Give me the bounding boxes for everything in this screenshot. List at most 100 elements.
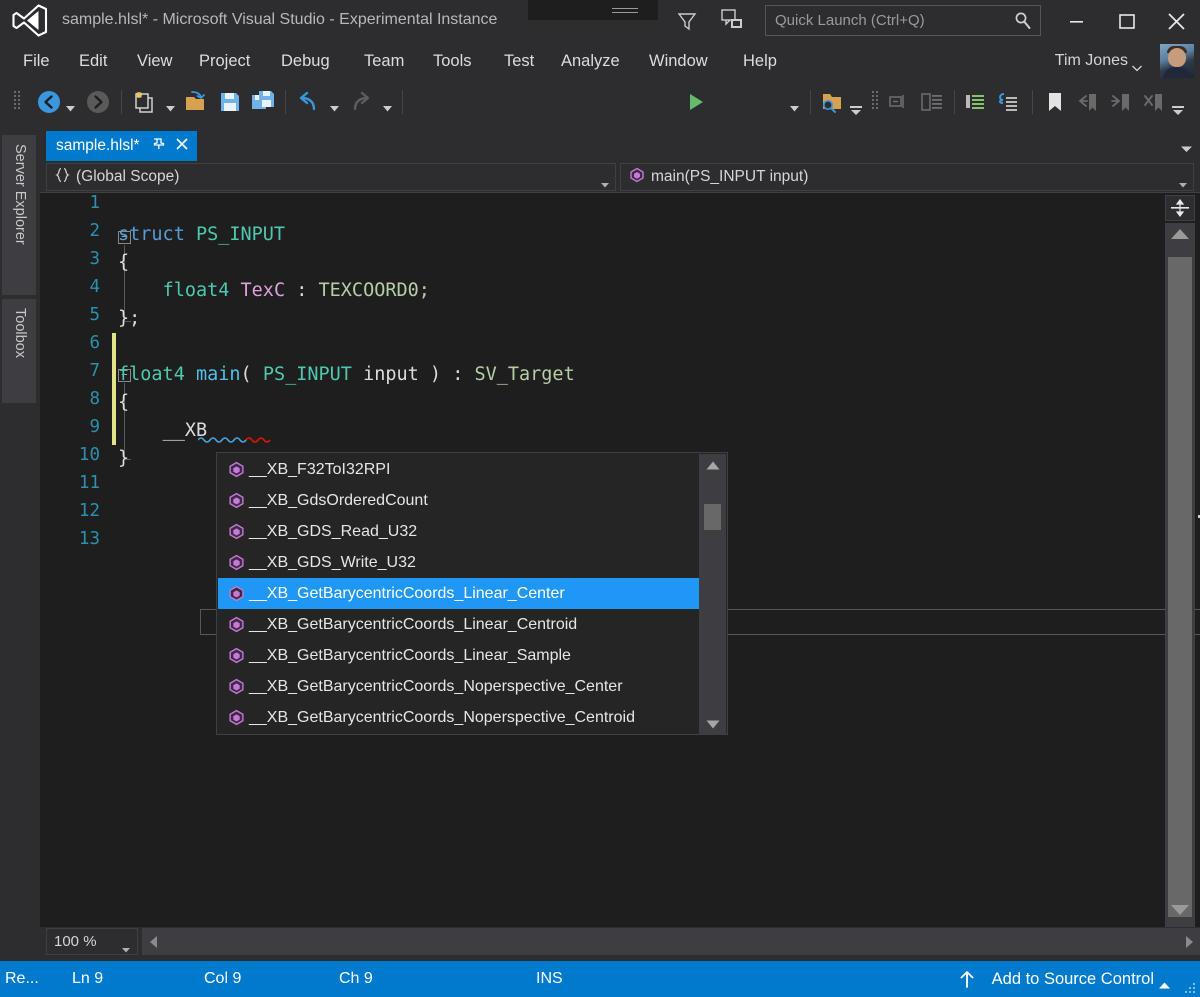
minimize-icon[interactable] — [1056, 4, 1096, 36]
line-number: 5 — [89, 305, 100, 325]
menu-item-help[interactable]: Help — [734, 41, 786, 81]
toolbar-grip-2[interactable] — [872, 91, 878, 113]
chevron-down-icon[interactable] — [1132, 59, 1142, 77]
list-item[interactable]: __XB_F32ToI32RPI — [218, 454, 700, 485]
open-file-icon[interactable] — [184, 89, 210, 120]
menu-item-analyze[interactable]: Analyze — [552, 41, 629, 81]
list-item[interactable]: __XB_GetBarycentricCoords_Linear_Centroi… — [218, 609, 700, 640]
attach-dropdown-icon[interactable] — [790, 99, 799, 117]
split-view-icon[interactable] — [1165, 195, 1195, 221]
increase-indent-icon[interactable] — [962, 89, 988, 120]
scroll-down-arrow[interactable] — [699, 713, 726, 735]
code-line-10: } — [118, 448, 130, 469]
toolbar-overflow-icon-2[interactable] — [1172, 103, 1184, 121]
line-number: 3 — [89, 249, 100, 269]
scroll-down-arrow[interactable] — [1170, 903, 1190, 921]
navigate-backward-dropdown-icon[interactable] — [66, 99, 75, 117]
save-icon[interactable] — [217, 89, 243, 120]
menu-item-file[interactable]: File — [14, 41, 59, 81]
list-item[interactable]: __XB_GetBarycentricCoords_Noperspective_… — [218, 702, 700, 733]
chevron-down-icon[interactable] — [122, 940, 130, 958]
avatar[interactable] — [1160, 44, 1194, 78]
toolbar-separator — [121, 90, 122, 114]
toggle-bookmark-icon[interactable] — [1042, 89, 1068, 120]
quick-launch-input[interactable] — [775, 6, 1003, 35]
editor-vertical-scroll-thumb[interactable] — [1168, 257, 1192, 917]
redo-dropdown-icon[interactable] — [383, 99, 392, 117]
undo-icon[interactable] — [295, 89, 321, 120]
redo-icon[interactable] — [348, 89, 374, 120]
arrow-up-icon[interactable] — [959, 971, 975, 993]
save-all-icon[interactable] — [250, 89, 276, 120]
undo-dropdown-icon[interactable] — [330, 99, 339, 117]
add-to-source-control-button[interactable]: Add to Source Control — [992, 961, 1154, 997]
menu-item-window[interactable]: Window — [640, 41, 717, 81]
scroll-up-arrow[interactable] — [1170, 227, 1190, 245]
menu-item-project[interactable]: Project — [190, 41, 259, 81]
status-ready: Re... — [5, 970, 39, 987]
clear-bookmarks-icon[interactable] — [1141, 89, 1167, 120]
scroll-up-arrow[interactable] — [699, 454, 726, 476]
completion-list-scroll-thumb[interactable] — [704, 504, 721, 530]
navigate-forward-icon[interactable] — [85, 89, 111, 120]
line-number: 12 — [78, 501, 100, 521]
menu-item-team[interactable]: Team — [355, 41, 413, 81]
list-item-selected[interactable]: __XB_GetBarycentricCoords_Linear_Center — [218, 578, 700, 609]
close-icon[interactable] — [175, 137, 189, 156]
close-icon[interactable] — [1156, 4, 1196, 36]
navigate-backward-icon[interactable] — [36, 89, 62, 120]
chevron-up-icon[interactable] — [1159, 976, 1170, 994]
unsaved-change-bar — [112, 333, 116, 445]
user-name-label[interactable]: Tim Jones — [1055, 41, 1128, 81]
new-item-icon[interactable] — [131, 89, 157, 120]
maximize-icon[interactable] — [1106, 4, 1146, 36]
line-number: 1 — [89, 193, 100, 213]
menu-item-test[interactable]: Test — [495, 41, 543, 81]
list-item[interactable]: __XB_GetBarycentricCoords_Linear_Sample — [218, 640, 700, 671]
menu-bar: File Edit View Project Debug Team Tools … — [0, 41, 1200, 81]
scroll-left-arrow[interactable] — [142, 928, 164, 955]
quick-launch-box[interactable] — [765, 5, 1041, 36]
list-item[interactable]: __XB_GdsOrderedCount — [218, 485, 700, 516]
resize-grip-icon[interactable] — [1182, 980, 1196, 994]
menu-item-tools[interactable]: Tools — [424, 41, 481, 81]
scroll-right-arrow[interactable] — [1178, 928, 1200, 955]
code-line-5: }; — [118, 308, 141, 329]
decrease-indent-icon[interactable] — [995, 89, 1021, 120]
feedback-funnel-icon[interactable] — [676, 10, 698, 32]
chevron-down-icon[interactable] — [601, 175, 609, 193]
code-line-3: { — [118, 252, 130, 273]
editor-horizontal-scrollbar[interactable] — [142, 928, 1200, 955]
comment-block-icon[interactable] — [919, 89, 945, 120]
menu-item-edit[interactable]: Edit — [70, 41, 116, 81]
toolbar-overflow-icon[interactable] — [850, 103, 862, 121]
list-item[interactable]: __XB_GetBarycentricCoords_Noperspective_… — [218, 671, 700, 702]
list-item[interactable]: __XB_GDS_Write_U32 — [218, 547, 700, 578]
previous-bookmark-icon[interactable] — [1075, 89, 1101, 120]
sidebar-item-server-explorer[interactable]: Server Explorer — [2, 135, 36, 295]
toolbar-grip[interactable] — [14, 91, 20, 113]
sidebar-item-toolbox[interactable]: Toolbox — [2, 299, 36, 403]
search-icon[interactable] — [1013, 11, 1033, 31]
find-in-files-icon[interactable] — [819, 89, 845, 120]
member-combo[interactable]: main(PS_INPUT input) — [620, 163, 1194, 191]
intellisense-completion-list[interactable]: __XB_F32ToI32RPI __XB_GdsOrderedCount __… — [216, 452, 728, 735]
menu-item-view[interactable]: View — [128, 41, 181, 81]
list-item-label: __XB_F32ToI32RPI — [249, 460, 391, 478]
scope-combo[interactable]: (Global Scope) — [46, 163, 616, 191]
new-item-dropdown-icon[interactable] — [166, 99, 175, 117]
list-item[interactable]: __XB_GDS_Read_U32 — [218, 516, 700, 547]
chevron-down-icon[interactable] — [1181, 140, 1192, 158]
completion-list-scrollbar[interactable] — [699, 454, 726, 735]
list-item-label: __XB_GetBarycentricCoords_Noperspective_… — [249, 708, 635, 726]
menu-item-debug[interactable]: Debug — [272, 41, 339, 81]
pin-icon[interactable] — [152, 137, 165, 155]
document-tab-sample-hlsl[interactable]: sample.hlsl* — [46, 131, 197, 161]
next-bookmark-icon[interactable] — [1108, 89, 1134, 120]
start-debug-play-icon[interactable] — [686, 91, 706, 118]
collapse-block-icon[interactable] — [886, 89, 912, 120]
send-feedback-icon[interactable] — [720, 8, 746, 32]
zoom-combo[interactable]: 100 % — [46, 928, 138, 955]
chevron-down-icon[interactable] — [1179, 175, 1187, 193]
line-number: 7 — [89, 361, 100, 381]
